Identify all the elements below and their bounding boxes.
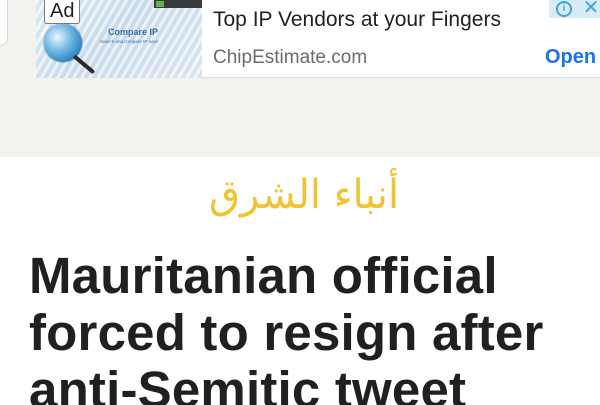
site-logo-text: أنباء الشرق xyxy=(208,172,400,218)
ad-open-button[interactable]: Open xyxy=(545,46,596,69)
side-card-edge xyxy=(0,0,8,46)
ad-headline[interactable]: Top IP Vendors at your Fingers xyxy=(213,8,501,32)
adchoices-button[interactable]: i xyxy=(549,0,579,18)
headline-line: forced to resign after xyxy=(29,304,544,361)
ad-badge: Ad xyxy=(44,0,81,24)
info-icon: i xyxy=(556,1,572,17)
ad-banner[interactable]: Compare IP Search and compare IP now! Ad… xyxy=(36,0,600,78)
article-headline: Mauritanian official forced to resign af… xyxy=(29,247,600,405)
ad-domain[interactable]: ChipEstimate.com xyxy=(213,47,367,69)
close-icon[interactable]: ✕ xyxy=(579,0,600,18)
ad-image-brand-mark xyxy=(156,1,164,7)
headline-line: anti-Semitic tweet xyxy=(29,361,467,405)
ad-image-subtitle: Search and compare IP now! xyxy=(100,39,158,44)
site-logo[interactable]: أنباء الشرق xyxy=(0,172,600,218)
screen: Compare IP Search and compare IP now! Ad… xyxy=(0,0,600,405)
ad-image-title: Compare IP xyxy=(108,27,159,37)
headline-line: Mauritanian official xyxy=(29,247,498,304)
